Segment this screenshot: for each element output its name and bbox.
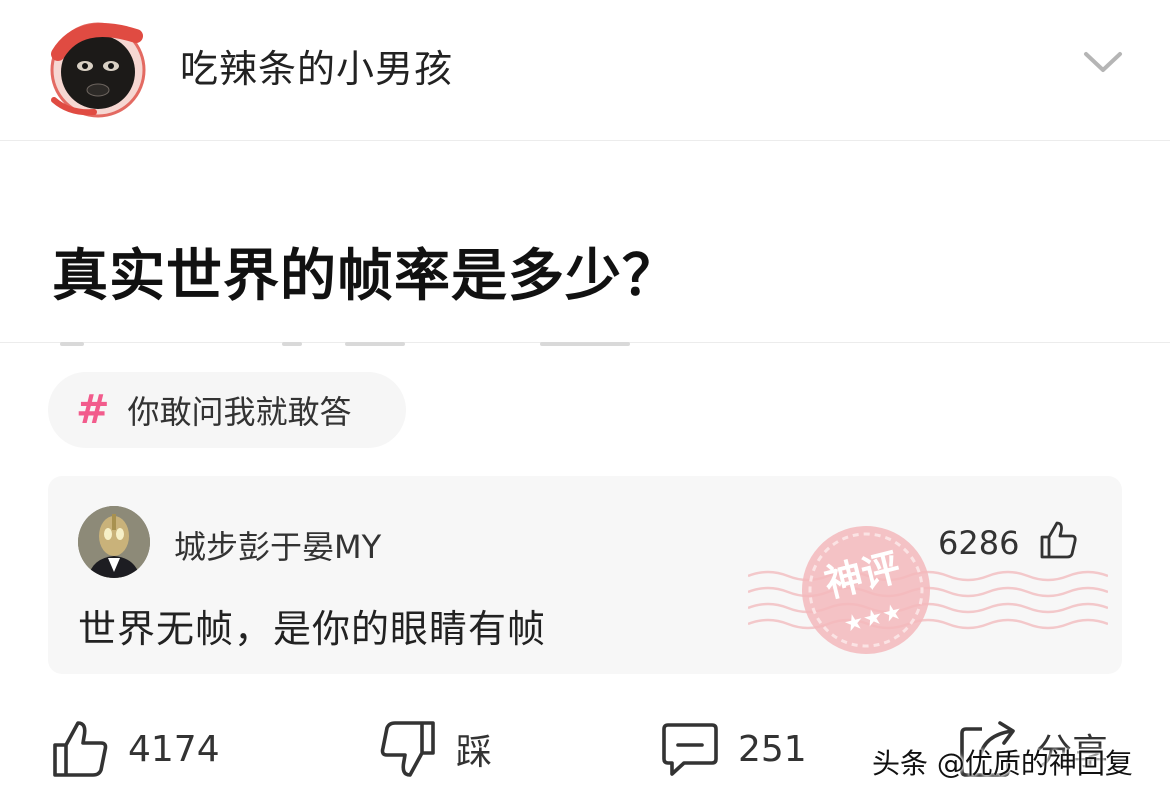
cropped-text-residue <box>0 336 1170 350</box>
comment-count: 251 <box>738 728 807 770</box>
commenter-name[interactable]: 城步彭于晏MY <box>174 522 381 568</box>
dislike-button[interactable]: 踩 <box>378 718 492 780</box>
topic-label: 你敢问我就敢答 <box>127 393 352 431</box>
question-card: 真实世界的帧率是多少？ <box>0 140 1170 343</box>
watermark: 头条 @优质的神回复 <box>872 747 1133 780</box>
topic-chip[interactable]: # 你敢问我就敢答 <box>48 372 406 448</box>
comment-text: 世界无帧，是你的眼睛有帧 <box>78 607 547 651</box>
comment-bubble-icon <box>662 723 718 776</box>
dislike-label: 踩 <box>456 732 493 773</box>
post-screen: 吃辣条的小男孩 真实世界的帧率是多少？ # 你敢问我就敢答 神评 ★★★ 城步彭… <box>0 0 1170 801</box>
question-title: 真实世界的帧率是多少？ <box>52 244 679 309</box>
thumbs-up-icon[interactable] <box>1038 520 1078 560</box>
hash-icon: # <box>76 387 110 433</box>
thumbs-down-icon <box>380 721 435 777</box>
comment-like-count: 6286 <box>938 524 1020 562</box>
like-button[interactable]: 4174 <box>50 718 220 780</box>
author-avatar[interactable] <box>40 14 158 118</box>
author-name[interactable]: 吃辣条的小男孩 <box>180 38 453 93</box>
thumbs-up-icon <box>53 721 108 777</box>
chevron-down-icon[interactable] <box>1082 46 1124 76</box>
top-comment-card[interactable]: 神评 ★★★ 城步彭于晏MY 6286 世界无帧，是你的眼睛有帧 <box>48 476 1122 674</box>
commenter-avatar[interactable] <box>78 506 150 578</box>
like-count: 4174 <box>128 728 220 770</box>
comment-button[interactable]: 251 <box>660 718 807 780</box>
